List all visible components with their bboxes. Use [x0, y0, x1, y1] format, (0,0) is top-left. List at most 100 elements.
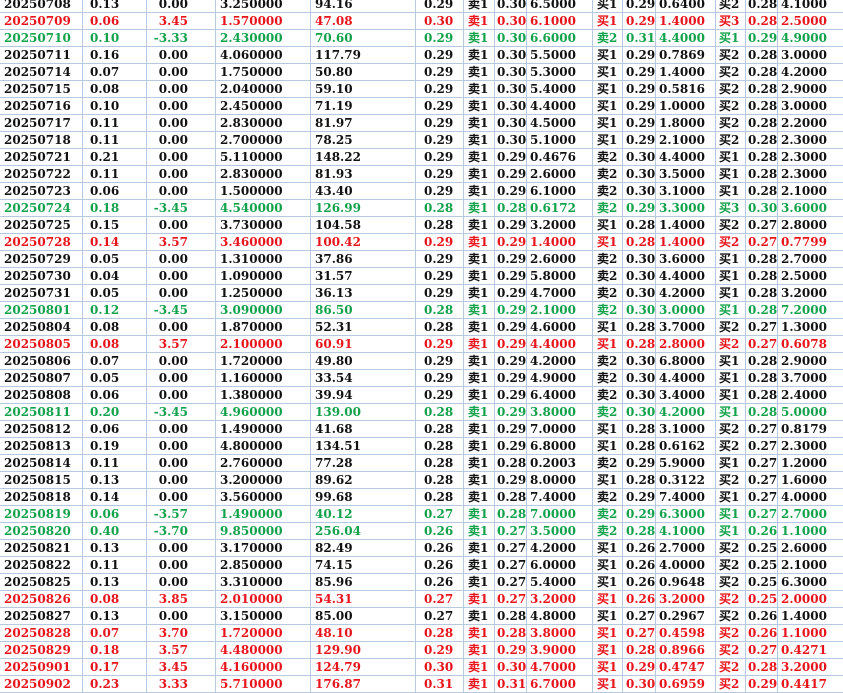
cell-bid_c: 0.28 — [748, 65, 778, 79]
cell-vol_a: 6.7000 — [530, 677, 576, 691]
cell-side_b: 卖2 — [597, 269, 618, 283]
cell-level: 0.29 — [424, 48, 454, 62]
cell-vol_a: 7.4000 — [530, 490, 576, 504]
cell-vol_a: 3.5000 — [530, 524, 576, 538]
cell-ask_a: 0.27 — [497, 575, 527, 589]
cell-bid_b: 0.30 — [626, 150, 656, 164]
cell-side_a: 卖1 — [468, 660, 489, 674]
cell-side_a: 卖1 — [468, 48, 489, 62]
cell-amount: 39.94 — [315, 388, 353, 402]
cell-price: 1.250000 — [220, 286, 283, 300]
cell-amount: 99.68 — [315, 490, 353, 504]
cell-ask_a: 0.28 — [497, 507, 527, 521]
cell-level: 0.28 — [424, 439, 454, 453]
cell-ask_a: 0.27 — [497, 592, 527, 606]
cell-price: 3.200000 — [220, 473, 283, 487]
cell-date: 20250709 — [4, 14, 71, 28]
cell-vol_b: 4.0000 — [659, 558, 705, 572]
cell-side_a: 卖1 — [468, 388, 489, 402]
cell-date: 20250806 — [4, 354, 71, 368]
cell-price: 4.160000 — [220, 660, 283, 674]
cell-bid_c: 0.28 — [748, 388, 778, 402]
cell-change: 0.20 — [90, 405, 120, 419]
cell-side_c: 买2 — [719, 133, 740, 147]
cell-change: 0.08 — [90, 592, 120, 606]
cell-side_b: 买1 — [597, 575, 618, 589]
cell-price: 2.040000 — [220, 82, 283, 96]
cell-bid_c: 0.27 — [748, 507, 778, 521]
cell-level: 0.29 — [424, 337, 454, 351]
cell-bid_c: 0.28 — [748, 82, 778, 96]
cell-price: 4.480000 — [220, 643, 283, 657]
cell-side_b: 卖2 — [597, 405, 618, 419]
cell-level: 0.26 — [424, 541, 454, 555]
cell-change: 0.05 — [90, 252, 120, 266]
cell-level: 0.28 — [424, 303, 454, 317]
cell-pct: 3.45 — [158, 660, 188, 674]
cell-side_b: 买1 — [597, 133, 618, 147]
cell-side_b: 买1 — [597, 116, 618, 130]
cell-level: 0.29 — [424, 150, 454, 164]
cell-side_a: 卖1 — [468, 116, 489, 130]
cell-vol_c: 2.3000 — [781, 150, 827, 164]
cell-level: 0.28 — [424, 405, 454, 419]
cell-amount: 54.31 — [315, 592, 353, 606]
cell-ask_a: 0.29 — [497, 218, 527, 232]
cell-amount: 50.80 — [315, 65, 353, 79]
cell-amount: 48.10 — [315, 626, 353, 640]
cell-side_a: 卖1 — [468, 150, 489, 164]
cell-ask_a: 0.29 — [497, 184, 527, 198]
cell-amount: 117.79 — [315, 48, 361, 62]
cell-bid_b: 0.29 — [626, 660, 656, 674]
cell-change: 0.06 — [90, 507, 120, 521]
cell-change: 0.19 — [90, 439, 120, 453]
cell-price: 1.310000 — [220, 252, 283, 266]
cell-ask_a: 0.30 — [497, 65, 527, 79]
cell-date: 20250725 — [4, 218, 71, 232]
cell-bid_b: 0.30 — [626, 167, 656, 181]
cell-price: 3.170000 — [220, 541, 283, 555]
cell-ask_a: 0.29 — [497, 235, 527, 249]
cell-ask_a: 0.28 — [497, 490, 527, 504]
cell-vol_b: 0.6959 — [659, 677, 705, 691]
cell-bid_b: 0.28 — [626, 473, 656, 487]
cell-vol_c: 2.2000 — [781, 116, 827, 130]
cell-amount: 134.51 — [315, 439, 361, 453]
cell-side_b: 卖2 — [597, 303, 618, 317]
cell-vol_c: 3.7000 — [781, 371, 827, 385]
cell-side_c: 买2 — [719, 65, 740, 79]
cell-bid_c: 0.28 — [748, 116, 778, 130]
cell-price: 1.870000 — [220, 320, 283, 334]
cell-date: 20250829 — [4, 643, 71, 657]
cell-price: 3.310000 — [220, 575, 283, 589]
table-row: 20250708 0.13 0.00 3.250000 94.16 0.29 卖1 0.30 6… — [0, 0, 843, 13]
table-row: 20250716 0.10 0.00 2.450000 71.19 0.29 卖1 0.30 4… — [0, 98, 843, 115]
cell-side_b: 买1 — [597, 48, 618, 62]
cell-side_b: 买1 — [597, 422, 618, 436]
table-row: 20250818 0.14 0.00 3.560000 99.68 0.28 卖1 0.28 7… — [0, 489, 843, 506]
cell-date: 20250828 — [4, 626, 71, 640]
cell-bid_c: 0.30 — [748, 201, 778, 215]
cell-side_b: 卖2 — [597, 184, 618, 198]
cell-price: 5.710000 — [220, 677, 283, 691]
cell-amount: 129.90 — [315, 643, 361, 657]
cell-vol_a: 4.9000 — [530, 371, 576, 385]
cell-price: 1.160000 — [220, 371, 283, 385]
cell-ask_a: 0.30 — [497, 99, 527, 113]
cell-bid_b: 0.30 — [626, 184, 656, 198]
table-row: 20250718 0.11 0.00 2.700000 78.25 0.29 卖1 0.30 5… — [0, 132, 843, 149]
cell-level: 0.29 — [424, 643, 454, 657]
cell-pct: 0.00 — [158, 218, 188, 232]
cell-amount: 124.79 — [315, 660, 361, 674]
cell-amount: 100.42 — [315, 235, 361, 249]
table-row: 20250808 0.06 0.00 1.380000 39.94 0.29 卖1 0.29 6… — [0, 387, 843, 404]
cell-date: 20250717 — [4, 116, 71, 130]
cell-date: 20250820 — [4, 524, 71, 538]
cell-side_b: 卖2 — [597, 524, 618, 538]
cell-bid_b: 0.27 — [626, 626, 656, 640]
cell-date: 20250710 — [4, 31, 71, 45]
cell-price: 2.430000 — [220, 31, 283, 45]
cell-vol_b: 0.6162 — [659, 439, 705, 453]
cell-side_c: 买1 — [719, 269, 740, 283]
cell-side_a: 卖1 — [468, 541, 489, 555]
